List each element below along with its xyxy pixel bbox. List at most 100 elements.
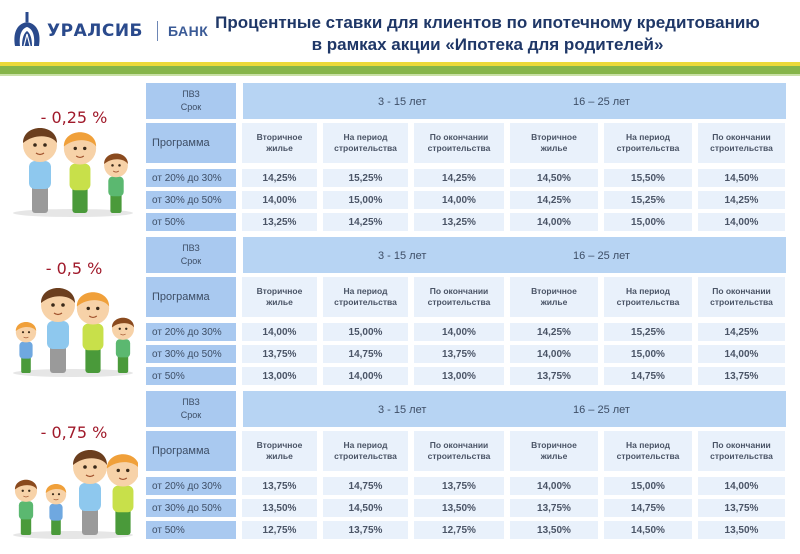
column-header-row: Программа Вторичное жилье На период строител… (146, 431, 785, 471)
column-header-line: строительства (710, 297, 773, 307)
column-header-line: строительства (616, 451, 680, 461)
rate-cell: 14,75% (323, 477, 408, 495)
rate-cell: 15,00% (604, 477, 692, 495)
term-label: Срок (180, 102, 202, 112)
rate-cell: 14,00% (698, 477, 785, 495)
discount-badge: - 0,5 % (45, 259, 103, 278)
column-header-line: строительства (616, 297, 680, 307)
column-header-line: жилье (266, 451, 293, 461)
column-header: По окончании строительства (414, 123, 504, 163)
rate-cell: 13,75% (414, 345, 504, 363)
rate-cell: 14,00% (698, 213, 785, 231)
column-header-line: Вторичное (531, 286, 577, 296)
column-header: На период строительства (604, 431, 692, 471)
column-header-line: жилье (540, 451, 568, 461)
column-header-line: строительства (334, 451, 397, 461)
rate-cell: 15,00% (323, 191, 408, 209)
rate-cell: 15,00% (604, 345, 692, 363)
rate-cell: 14,00% (414, 191, 504, 209)
uralsib-emblem-icon (14, 12, 40, 47)
rate-cell: 14,00% (414, 323, 504, 341)
column-header-line: Вторичное (531, 132, 577, 142)
program-cell: от 50% (146, 213, 236, 231)
rate-cell: 14,00% (323, 367, 408, 385)
term-label: Срок (180, 256, 202, 266)
rate-cell: 14,25% (323, 213, 408, 231)
term-groups-header: 3 - 15 лет 16 – 25 лет (243, 237, 786, 273)
column-header-line: На период (343, 286, 388, 296)
rate-cell: 14,50% (510, 169, 598, 187)
rate-cell: 14,00% (510, 477, 598, 495)
rate-cell: 13,75% (414, 477, 504, 495)
rate-cell: 15,25% (323, 169, 408, 187)
rate-cell: 15,00% (323, 323, 408, 341)
rate-cell: 14,25% (698, 323, 785, 341)
column-header: На период строительства (323, 277, 408, 317)
rate-cell: 13,00% (242, 367, 317, 385)
family-illustration-icon (13, 450, 138, 539)
table-row: от 30% до 50% 13,75% 14,75% 13,75% 14,00% 15,… (146, 345, 785, 363)
column-header-line: жилье (540, 143, 568, 153)
rate-cell: 13,50% (414, 499, 504, 517)
table-row: от 20% до 30% 14,00% 15,00% 14,00% 14,25% 15,… (146, 323, 785, 341)
column-header: По окончании строительства (414, 431, 504, 471)
rate-cell: 12,75% (242, 521, 317, 539)
rate-cell: 14,25% (414, 169, 504, 187)
column-header: По окончании строительства (698, 123, 785, 163)
column-header-row: Программа Вторичное жилье На период строител… (146, 123, 785, 163)
rate-cell: 13,75% (510, 499, 598, 517)
column-header: На период строительства (604, 277, 692, 317)
table-row: от 50% 12,75% 13,75% 12,75% 13,50% 14,50% 13,5… (146, 521, 785, 539)
rate-cell: 14,00% (510, 213, 598, 231)
rate-cell: 12,75% (414, 521, 504, 539)
column-header-line: Вторичное (256, 440, 303, 450)
rate-table: ПВЗ Срок 3 - 15 лет 16 – 25 лет Программа Вто… (146, 391, 786, 541)
rate-cell: 13,75% (242, 477, 317, 495)
rate-table: ПВЗ Срок 3 - 15 лет 16 – 25 лет Программа Вто… (146, 83, 786, 233)
column-header-line: Вторичное (256, 286, 303, 296)
program-header: Программа (146, 123, 236, 163)
family-illustration-icon (13, 128, 133, 217)
column-header-line: На период (626, 286, 670, 296)
table-row: от 30% до 50% 13,50% 14,50% 13,50% 13,75% 14,… (146, 499, 785, 517)
rate-cell: 13,50% (242, 499, 317, 517)
rate-cell: 14,50% (323, 499, 408, 517)
column-header: Вторичное жилье (242, 123, 317, 163)
table-row: от 30% до 50% 14,00% 15,00% 14,00% 14,25% 15,… (146, 191, 785, 209)
column-header: По окончании строительства (414, 277, 504, 317)
column-header: Вторичное жилье (242, 431, 317, 471)
term-groups-header: 3 - 15 лет 16 – 25 лет (243, 83, 786, 119)
rate-cell: 14,75% (604, 499, 692, 517)
column-header: Вторичное жилье (242, 277, 317, 317)
table-header-row: ПВЗ Срок 3 - 15 лет 16 – 25 лет (146, 83, 786, 119)
column-header-line: строительства (710, 143, 773, 153)
column-header: Вторичное жилье (510, 431, 598, 471)
page-title-line-2: в рамках акции «Ипотека для родителей» (311, 35, 664, 54)
bank-logo: УРАЛСИБ БАНК (12, 10, 208, 52)
column-header-line: По окончании (712, 440, 771, 450)
program-cell: от 30% до 50% (146, 191, 236, 209)
rate-cell: 13,50% (698, 521, 785, 539)
column-header: По окончании строительства (698, 431, 785, 471)
rate-cell: 15,25% (604, 191, 692, 209)
program-cell: от 20% до 30% (146, 323, 236, 341)
term-label: Срок (180, 410, 202, 420)
rate-cell: 14,00% (242, 323, 317, 341)
column-header-line: строительства (427, 297, 491, 307)
pvz-term-header: ПВЗ Срок (146, 237, 236, 273)
term-group-16-25: 16 – 25 лет (573, 96, 630, 108)
term-group-3-15: 3 - 15 лет (378, 250, 427, 262)
page-title: Процентные ставки для клиентов по ипотеч… (185, 12, 790, 56)
rate-cell: 15,00% (604, 213, 692, 231)
term-group-3-15: 3 - 15 лет (378, 96, 427, 108)
column-header: На период строительства (604, 123, 692, 163)
rate-cell: 13,75% (510, 367, 598, 385)
column-header-line: строительства (427, 143, 491, 153)
page-title-line-1: Процентные ставки для клиентов по ипотеч… (215, 13, 760, 32)
rate-cell: 13,75% (242, 345, 317, 363)
column-header-line: На период (626, 440, 670, 450)
column-header: Вторичное жилье (510, 277, 598, 317)
rate-cell: 15,50% (604, 169, 692, 187)
rate-cell: 14,25% (242, 169, 317, 187)
column-header-line: жилье (266, 297, 293, 307)
